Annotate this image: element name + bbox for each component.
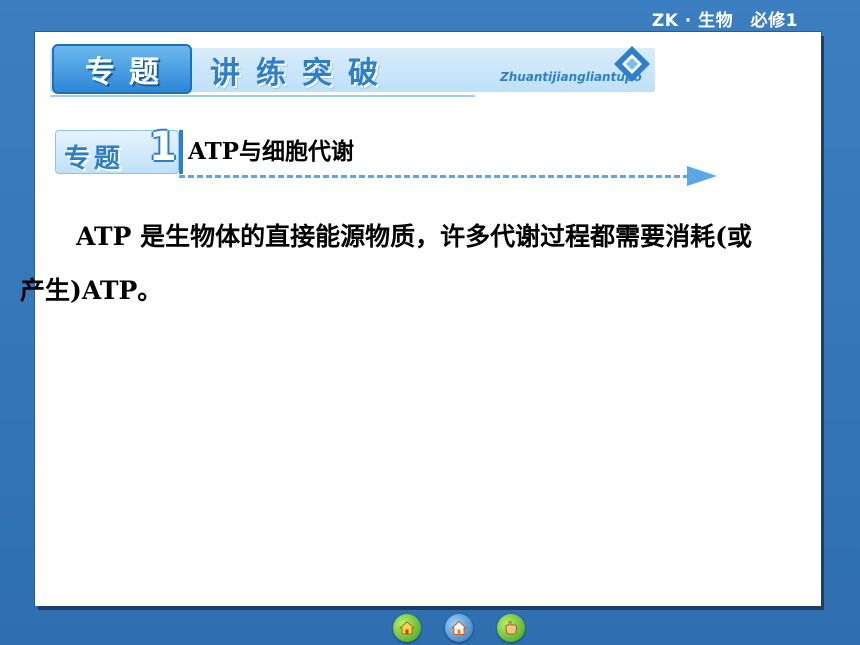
topic-banner: 专题 讲练突破 Zhuantijiangliantupo: [50, 42, 655, 94]
section-number: 1: [149, 124, 177, 170]
body-paragraph: ATP 是生物体的直接能源物质，许多代谢过程都需要消耗(或产生)ATP。: [20, 222, 752, 305]
next-slide-button[interactable]: [497, 614, 525, 642]
section-heading: 专题 1 ATP与细胞代谢: [55, 124, 735, 186]
section-dashed-line: [179, 175, 689, 178]
slide-navigation: [393, 614, 533, 642]
section-divider: [179, 130, 183, 174]
home-icon: [451, 620, 467, 635]
banner-label-badge: 专题: [52, 44, 192, 94]
course-header-tag: ZK · 生物 必修1: [651, 11, 798, 31]
house-icon: [399, 621, 415, 635]
banner-title: 讲练突破: [210, 56, 394, 91]
hand-icon: [505, 621, 517, 635]
section-title: ATP与细胞代谢: [188, 138, 354, 165]
diamond-arrow-icon: [614, 46, 650, 82]
banner-underline: [50, 95, 475, 97]
previous-slide-button[interactable]: [393, 614, 421, 642]
arrow-right-icon: [687, 166, 717, 186]
home-button[interactable]: [445, 614, 473, 642]
section-badge-text: 专题: [64, 144, 125, 174]
slide-canvas: [35, 32, 821, 606]
banner-label-text: 专题: [85, 55, 173, 90]
